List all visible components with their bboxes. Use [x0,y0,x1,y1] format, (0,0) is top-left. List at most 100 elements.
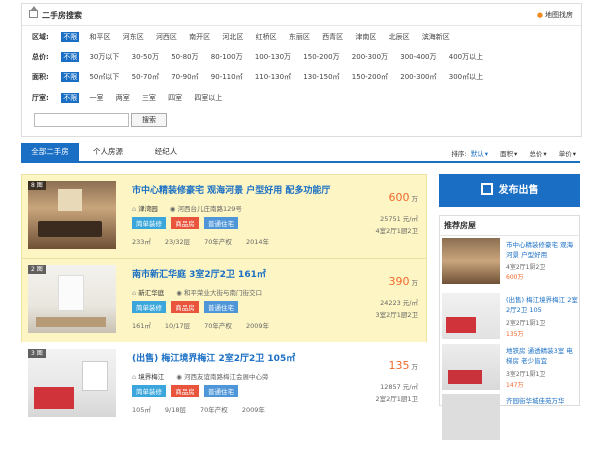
listing-photo[interactable]: 8 图 [28,181,116,249]
listing-tabs: 全部二手房 个人房源 经纪人 排序: 默认▾ 面积▾ 总价▾ 单价▾ [21,143,580,163]
sort-arrow-icon: ▾ [543,150,547,158]
publish-sale-button[interactable]: 发布出售 [439,174,580,207]
recommended-photo[interactable] [442,238,500,284]
filter-option[interactable]: 50-80万 [169,52,200,62]
filter-option[interactable]: 北辰区 [387,32,412,42]
listing-photo[interactable]: 3 图 [28,349,116,417]
filter-option[interactable]: 80-100万 [209,52,245,62]
filter-option[interactable]: 200-300㎡ [398,72,438,82]
sort-arrow-icon: ▾ [572,150,576,158]
recommended-photo[interactable] [442,293,500,339]
filter-option[interactable]: 红桥区 [254,32,279,42]
filter-option[interactable]: 300㎡以上 [447,72,485,82]
recommended-photo[interactable] [442,394,500,440]
filter-option[interactable]: 不限 [61,72,80,82]
filter-option[interactable]: 不限 [61,93,80,103]
sort-arrow-icon: ▾ [514,150,518,158]
listing-title[interactable]: 南市新汇华庭 3室2厅2卫 161㎡ [132,267,266,280]
listing-community: ⌂ 境界梅江 ◉ 河西友谊南路梅江会展中心旁 [132,373,269,381]
filter-option[interactable]: 不限 [61,52,80,62]
map-search-link[interactable]: ● 地图找房 [537,10,573,20]
photo-count-badge: 2 图 [28,265,46,274]
filter-option[interactable]: 50-70㎡ [130,72,161,82]
filter-option[interactable]: 150-200万 [301,52,341,62]
tab-personal[interactable]: 个人房源 [83,143,133,161]
tag-decoration: 简单装修 [132,385,166,397]
recommended-item[interactable]: 齐园街华城佳苑万华 [442,394,580,456]
room-layout: 3室2厅1厨2卫 [375,311,418,319]
map-marker-icon: ◉ [176,289,182,297]
tab-agents[interactable]: 经纪人 [141,143,191,161]
panel-title: 二手房搜索 [42,11,82,20]
listing-community: ⌂ 新汇华庭 ◉ 和平荣业大街与南门街交口 [132,289,262,297]
house-icon: ⌂ [132,205,137,213]
listing-price: 390 万 [388,275,419,288]
filter-row-area: 面积: 不限 50㎡以下 50-70㎡ 70-90㎡ 90-110㎡ 110-1… [32,72,485,82]
listing-list: 8 图 市中心精装修豪宅 观海河景 户型好用 配多功能厅 ⌂ 津湾园 ◉ 河西台儿… [21,172,427,428]
listing-price: 135 万 [388,359,419,372]
filter-option[interactable]: 南开区 [187,32,212,42]
search-input[interactable] [34,113,129,127]
recommended-title-link[interactable]: 市中心精装修豪宅 观海河景 户型好用 [506,240,578,260]
listing-title[interactable]: 市中心精装修豪宅 观海河景 户型好用 配多功能厅 [132,183,330,196]
filter-option[interactable]: 130-150㎡ [301,72,341,82]
filter-option[interactable]: 200-300万 [350,52,390,62]
filter-option[interactable]: 河东区 [121,32,146,42]
filter-option[interactable]: 三室 [140,93,158,103]
listing-photo[interactable]: 2 图 [28,265,116,333]
filter-option[interactable]: 90-110㎡ [209,72,245,82]
filter-option[interactable]: 四室 [166,93,184,103]
listing-title[interactable]: (出售) 梅江境界梅江 2室2厅2卫 105㎡ [132,351,295,364]
list-item[interactable]: 8 图 市中心精装修豪宅 观海河景 户型好用 配多功能厅 ⌂ 津湾园 ◉ 河西台儿… [21,174,427,260]
filter-option[interactable]: 30万以下 [87,52,121,62]
filter-row-rooms: 厅室: 不限 一室 两室 三室 四室 四室以上 [32,93,224,103]
recommended-rooms: 3室2厅1厨1卫 [506,371,546,378]
filter-option[interactable]: 70-90㎡ [169,72,200,82]
filter-option[interactable]: 津南区 [353,32,378,42]
tag-property-type: 商品房 [171,301,199,313]
filter-option[interactable]: 四室以上 [192,93,224,103]
filter-option[interactable]: 东丽区 [287,32,312,42]
filter-option[interactable]: 300-400万 [398,52,438,62]
filter-option[interactable]: 100-130万 [253,52,293,62]
filter-option[interactable]: 一室 [87,93,105,103]
recommended-item[interactable]: 市中心精装修豪宅 观海河景 户型好用 4室2厅1厨2卫 600万 [442,238,580,300]
filter-option[interactable]: 滨海新区 [420,32,452,42]
filter-option[interactable]: 和平区 [87,32,112,42]
recommended-rooms: 4室2厅1厨2卫 [506,264,546,271]
tag-residence-type: 普通住宅 [203,217,238,229]
filter-option[interactable]: 河西区 [154,32,179,42]
listing-tags: 简单装修 商品房 普通住宅 [132,385,241,397]
sort-default[interactable]: 默认 [471,150,484,158]
recommended-title-link[interactable]: 齐园街华城佳苑万华 [506,396,578,406]
sort-bar: 排序: 默认▾ 面积▾ 总价▾ 单价▾ [451,148,576,158]
recommended-title-link[interactable]: 地铁房 通透精装3室 电梯房 老少皆宜 [506,346,578,366]
unit-price: 12857 元/㎡ [380,383,418,391]
tag-property-type: 商品房 [171,385,199,397]
tag-residence-type: 普通住宅 [203,385,238,397]
filter-option[interactable]: 西青区 [320,32,345,42]
filter-option[interactable]: 50㎡以下 [87,72,121,82]
tab-all[interactable]: 全部二手房 [21,143,79,161]
recommended-title-link[interactable]: (出售) 梅江境界梅江 2室2厅2卫 105 [506,295,578,315]
filter-option[interactable]: 150-200㎡ [350,72,390,82]
list-item[interactable]: 3 图 (出售) 梅江境界梅江 2室2厅2卫 105㎡ ⌂ 境界梅江 ◉ 河西友谊… [21,342,427,428]
sort-label: 排序: [451,150,467,158]
list-item[interactable]: 2 图 南市新汇华庭 3室2厅2卫 161㎡ ⌂ 新汇华庭 ◉ 和平荣业大街与南门… [21,258,427,344]
filter-option[interactable]: 400万以上 [447,52,485,62]
sort-unit-price[interactable]: 单价 [559,150,572,158]
location-pin-icon: ● [536,11,543,19]
filter-option[interactable]: 110-130㎡ [253,72,293,82]
filter-option[interactable]: 30-50万 [130,52,161,62]
listing-price: 600 万 [388,191,419,204]
sort-total-price[interactable]: 总价 [529,150,542,158]
search-button[interactable]: 搜索 [131,113,167,127]
filter-option[interactable]: 不限 [61,32,80,42]
listing-tags: 简单装修 商品房 普通住宅 [132,301,241,313]
tag-decoration: 简单装修 [132,217,166,229]
recommended-photo[interactable] [442,344,500,390]
filter-option[interactable]: 河北区 [220,32,245,42]
filter-option[interactable]: 两室 [114,93,132,103]
recommended-price: 135万 [506,331,524,338]
sort-area[interactable]: 面积 [500,150,513,158]
